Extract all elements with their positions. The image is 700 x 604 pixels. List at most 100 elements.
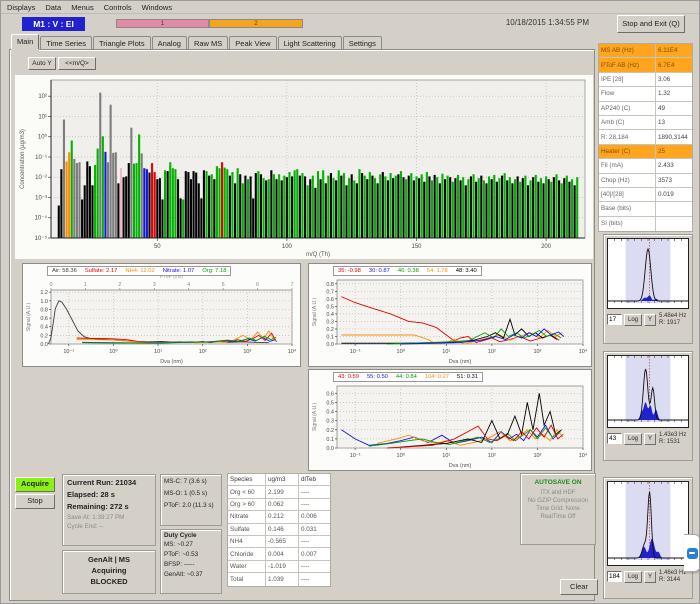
species-row: NH4-0.565----: [228, 536, 330, 548]
status-row-value: 3.06: [656, 76, 692, 83]
species-row: Sulfate0.1460.031: [228, 524, 330, 536]
stop-and-exit-button[interactable]: Stop and Exit (Q): [617, 15, 685, 33]
svg-text:10⁻³: 10⁻³: [35, 195, 47, 201]
status-row-label: Amb (C): [599, 116, 656, 129]
peak-y-button[interactable]: Y: [644, 571, 656, 583]
menu-menus[interactable]: Menus: [71, 3, 94, 12]
menu-controls[interactable]: Controls: [104, 3, 132, 12]
svg-text:3: 3: [153, 282, 156, 288]
peak-monitor-plot: [608, 239, 688, 303]
menu-bar: Displays Data Menus Controls Windows: [1, 1, 700, 14]
menu-data[interactable]: Data: [45, 3, 61, 12]
menu-windows[interactable]: Windows: [142, 3, 172, 12]
svg-text:10¹: 10¹: [442, 453, 450, 459]
species-cell: 1.039: [266, 573, 299, 585]
svg-text:0.8: 0.8: [40, 307, 48, 313]
svg-text:Concentration (µg/m3): Concentration (µg/m3): [20, 129, 26, 189]
svg-text:0.1: 0.1: [326, 334, 334, 340]
species-cell: ----: [299, 536, 330, 547]
svg-text:10⁻¹: 10⁻¹: [350, 453, 361, 459]
svg-text:10⁻²: 10⁻²: [35, 175, 47, 181]
status-row: Base (bits): [599, 202, 692, 216]
svg-text:0.2: 0.2: [326, 428, 334, 434]
tab-main[interactable]: Main: [11, 34, 39, 49]
mq-range-button[interactable]: <<m/Q>: [58, 57, 96, 70]
legend-entry: 46: 0.38: [398, 268, 419, 274]
legend-entry: 48: 3.40: [456, 268, 477, 274]
tab-light-scattering[interactable]: Light Scattering: [278, 36, 342, 49]
svg-text:150: 150: [411, 244, 422, 250]
peak-rate-value: 1.46e3 Hz: [659, 570, 686, 577]
status-row-label: Heater (C): [599, 145, 656, 158]
svg-text:10⁻¹: 10⁻¹: [350, 349, 361, 355]
species-cell: 0.146: [266, 524, 299, 535]
auto-y-button[interactable]: Auto Y: [28, 57, 56, 70]
legend-entry: 35: -0.98: [338, 268, 361, 274]
legend-entry: 51: 0.31: [457, 374, 478, 380]
svg-text:0.6: 0.6: [326, 391, 334, 397]
legend-entry: NH4: 12.02: [125, 268, 154, 274]
species-table: Speciesug/m3dlTebOrg < 602.199----Org > …: [227, 473, 331, 587]
svg-text:10⁰: 10⁰: [109, 348, 118, 355]
svg-text:2: 2: [118, 282, 121, 288]
legend-entry: Air: 58.36: [52, 268, 77, 274]
svg-text:10²: 10²: [488, 349, 496, 355]
tab-peak-view[interactable]: Peak View: [229, 36, 276, 49]
side-panel-handle[interactable]: [684, 534, 700, 572]
species-cell: Nitrate: [228, 511, 266, 522]
peak-log-button[interactable]: Log: [624, 433, 642, 445]
svg-text:10³: 10³: [533, 453, 541, 459]
stop-button[interactable]: Stop: [15, 494, 55, 509]
legend-entry: Nitrate: 1.07: [163, 268, 195, 274]
tab-time-series[interactable]: Time Series: [40, 36, 92, 49]
duty-cycle-line: PToF: ~0.53: [164, 551, 218, 558]
status-row: IPE [28]3.06: [599, 73, 692, 87]
peak-mz-input[interactable]: [607, 433, 622, 444]
mode-line: GenAlt | MS: [63, 555, 155, 564]
acquire-button[interactable]: Acquire: [15, 477, 55, 492]
species-cell: 0.062: [266, 499, 299, 510]
peak-monitor-plot: [608, 356, 688, 422]
tab-triangle-plots[interactable]: Triangle Plots: [93, 36, 151, 49]
peak-mz-input[interactable]: [607, 314, 622, 325]
svg-text:1.0: 1.0: [40, 299, 48, 305]
svg-text:10⁻¹: 10⁻¹: [35, 155, 47, 161]
peak-y-button[interactable]: Y: [644, 433, 656, 445]
tab-raw-ms[interactable]: Raw MS: [188, 36, 228, 49]
peak-y-button[interactable]: Y: [644, 314, 656, 326]
tab-settings[interactable]: Settings: [343, 36, 382, 49]
status-row: MS AB (Hz)6.11E4: [599, 44, 692, 58]
ptof-mz-lower-chart: 43: 0.5955: 0.5044: 0.84104: 0.2751: 0.3…: [308, 369, 592, 471]
ptof-mz-upper-plot: 0.00.10.20.30.40.50.60.70.810⁻¹10⁰10¹10²…: [309, 264, 591, 366]
species-cell: ----: [299, 573, 330, 585]
species-cell: -0.565: [266, 536, 299, 547]
peak-log-button[interactable]: Log: [624, 571, 642, 583]
tab-analog[interactable]: Analog: [152, 36, 187, 49]
menu-displays[interactable]: Displays: [7, 3, 35, 12]
svg-text:0.3: 0.3: [326, 319, 334, 325]
species-row: Nitrate0.2120.006: [228, 511, 330, 523]
mass-spectrum-chart: 10⁻⁵10⁻⁴10⁻³10⁻²10⁻¹10⁰10¹10²50100150200…: [15, 75, 593, 259]
svg-text:0.6: 0.6: [326, 297, 334, 303]
status-row-label: [40]/[28]: [599, 188, 656, 201]
peak-log-button[interactable]: Log: [624, 314, 642, 326]
peak-monitor-caption: LogY5.48e4 HzR: 1917: [604, 312, 692, 329]
peak-mz-input[interactable]: [607, 571, 622, 582]
duty-cycle-panel: Duty Cycle MS: ~0.27PToF: ~0.53BFSP: ---…: [160, 529, 222, 594]
svg-text:10³: 10³: [243, 349, 251, 355]
species-cell: Water: [228, 561, 266, 572]
status-row-label: PToF AB (Hz): [599, 58, 656, 71]
status-row: Chop (Hz)3573: [599, 174, 692, 188]
species-cell: Total: [228, 573, 266, 585]
clear-button[interactable]: Clear: [560, 579, 598, 595]
peak-monitor-plot: [608, 482, 688, 560]
remaining-text: Remaining: 272 s: [67, 502, 151, 511]
ams-daq-window: DisplaysDataMenusControlsWindows M1 : V …: [0, 0, 700, 604]
duty-cycle-title: Duty Cycle: [164, 532, 218, 539]
status-row-value: 2.433: [656, 162, 692, 169]
species-row: Org > 600.062----: [228, 499, 330, 511]
status-row-label: AP240 (C): [599, 102, 656, 115]
peak-monitor-184: LogY1.46e3 HzR: 3144: [603, 477, 693, 599]
svg-text:0.8: 0.8: [326, 282, 334, 288]
svg-text:0.5: 0.5: [326, 400, 334, 406]
